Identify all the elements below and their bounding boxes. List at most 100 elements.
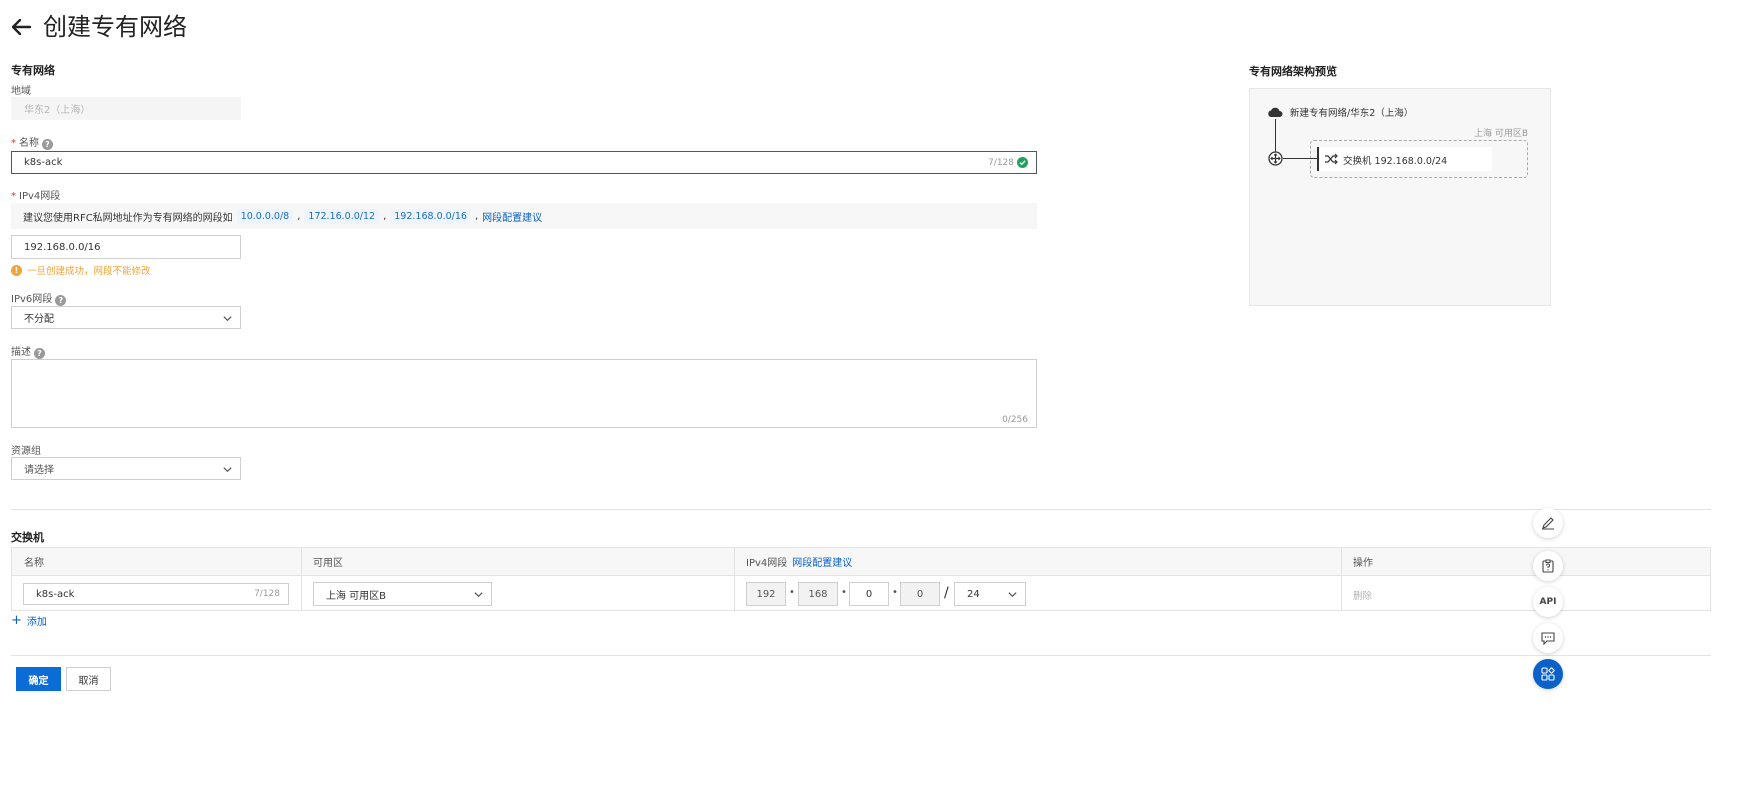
switch-table-header: 名称 可用区 IPv4网段 网段配置建议 操作 [12, 548, 1710, 576]
ip-octet-3-input[interactable]: 0 [849, 582, 889, 606]
switch-node: 交换机 192.168.0.0/24 [1317, 147, 1492, 171]
section-divider [11, 509, 1711, 510]
chevron-down-icon [223, 466, 232, 472]
api-float-button[interactable]: API [1533, 587, 1563, 617]
ip-dot: • [789, 587, 795, 598]
switch-name-value: k8s-ack [36, 588, 75, 600]
switch-table: 名称 可用区 IPv4网段 网段配置建议 操作 k8s-ack 7/128 上海… [11, 547, 1711, 611]
plus-icon: + [11, 612, 22, 628]
switch-name-input[interactable]: k8s-ack 7/128 [23, 583, 289, 605]
tip-separator: , [297, 210, 301, 222]
add-switch-button[interactable]: + 添加 [11, 612, 47, 629]
name-label: 名称 [19, 138, 39, 149]
warning-icon: ! [11, 264, 22, 276]
preview-title: 专有网络架构预览 [1249, 65, 1337, 78]
apps-icon [1541, 667, 1555, 681]
shuffle-icon [1325, 153, 1338, 165]
clipboard-help-icon [1542, 559, 1554, 573]
description-textarea[interactable]: 0/256 [11, 359, 1037, 428]
region-field: 华东2（上海） [11, 97, 241, 120]
ipv4-cidr-input[interactable]: 192.168.0.0/16 [11, 235, 241, 259]
delete-button[interactable]: 删除 [1353, 588, 1372, 602]
desc-label-row: 描述? [11, 343, 45, 359]
desc-label: 描述 [11, 347, 31, 358]
cloud-icon [1268, 107, 1283, 117]
chevron-down-icon [1008, 592, 1017, 598]
name-label-row: * 名称? [11, 134, 53, 150]
mask-select[interactable]: 24 [954, 582, 1026, 606]
zone-select-value: 上海 可用区B [326, 590, 387, 602]
ipv6-label: IPv6网段 [11, 294, 53, 305]
cidr-advice-link[interactable]: 网段配置建议 [482, 209, 542, 224]
edit-icon [1542, 517, 1554, 530]
ipv4-warning-text: 一旦创建成功，网段不能修改 [27, 266, 151, 277]
chevron-down-icon [223, 315, 232, 321]
vpc-section-title: 专有网络 [11, 64, 55, 77]
help-icon[interactable]: ? [42, 139, 53, 150]
table-row: k8s-ack 7/128 上海 可用区B 192 • 168 • 0 • 0 … [12, 577, 1710, 611]
preview-zone-label: 上海 可用区B [1473, 129, 1528, 139]
ipv4-tag[interactable]: 10.0.0.0/8 [236, 208, 294, 224]
ipv4-tip-text: 建议您使用RFC私网地址作为专有网络的网段如 [23, 212, 233, 224]
mask-select-value: 24 [967, 588, 980, 600]
resource-group-value: 请选择 [24, 465, 54, 476]
help-icon[interactable]: ? [55, 295, 67, 306]
ipv4-tip-box: 建议您使用RFC私网地址作为专有网络的网段如 10.0.0.0/8 , 172.… [11, 203, 1037, 229]
cidr-advice-link[interactable]: 网段配置建议 [792, 554, 852, 569]
ipv6-select-value: 不分配 [24, 314, 54, 325]
ip-dot: • [892, 587, 898, 598]
tip-separator: , [383, 210, 387, 222]
clipboard-help-float-button[interactable] [1533, 551, 1563, 581]
ip-octet-4: 0 [900, 582, 940, 606]
zone-select[interactable]: 上海 可用区B [313, 582, 492, 606]
col-header-ipv4: IPv4网段 网段配置建议 [734, 548, 852, 575]
mask-slash: / [944, 585, 949, 601]
switch-name-counter: 7/128 [254, 589, 280, 599]
vpc-preview-panel: 新建专有网络/华东2（上海） 上海 可用区B 交换机 192.168.0.0/2… [1249, 88, 1551, 306]
required-mark: * [11, 191, 16, 202]
connector-line [1275, 119, 1276, 152]
region-value: 华东2（上海） [24, 105, 91, 116]
ip-octet-1: 192 [746, 582, 786, 606]
ipv6-label-row: IPv6网段? [11, 290, 67, 306]
add-switch-label: 添加 [26, 617, 47, 628]
apps-float-button[interactable] [1533, 659, 1563, 689]
name-counter: 7/128 [988, 157, 1014, 168]
back-arrow-icon[interactable] [10, 16, 32, 38]
region-label: 地域 [11, 86, 31, 97]
ipv4-label-row: * IPv4网段 [11, 187, 60, 202]
ipv4-tag[interactable]: 172.16.0.0/12 [304, 208, 380, 224]
col-header-ipv4-label: IPv4网段 [746, 558, 788, 569]
help-icon[interactable]: ? [34, 348, 45, 359]
api-icon: API [1539, 597, 1557, 607]
chat-float-button[interactable] [1533, 623, 1563, 653]
col-header-name: 名称 [24, 558, 44, 569]
connector-line [1283, 158, 1317, 159]
footer-divider [11, 655, 1711, 656]
confirm-button[interactable]: 确定 [16, 667, 61, 691]
ip-dot: • [841, 587, 847, 598]
chevron-down-icon [474, 592, 483, 598]
tip-separator: , [474, 210, 479, 222]
col-header-action: 操作 [1353, 558, 1373, 569]
preview-switch-label: 交换机 192.168.0.0/24 [1343, 156, 1448, 167]
col-header-zone: 可用区 [313, 558, 343, 569]
name-input[interactable]: k8s-ack 7/128 [11, 151, 1037, 174]
required-mark: * [11, 138, 16, 149]
resource-group-label: 资源组 [11, 446, 41, 457]
check-circle-icon [1017, 157, 1028, 168]
edit-float-button[interactable] [1533, 508, 1563, 538]
cancel-button[interactable]: 取消 [66, 667, 111, 691]
chat-icon [1541, 631, 1555, 645]
name-counter-wrap: 7/128 [988, 152, 1028, 173]
switch-section-title: 交换机 [11, 531, 44, 544]
ipv4-tag[interactable]: 192.168.0.0/16 [390, 208, 471, 224]
ipv4-warning: ! 一旦创建成功，网段不能修改 [11, 263, 151, 277]
ipv6-select[interactable]: 不分配 [11, 306, 241, 329]
ipv4-cidr-value: 192.168.0.0/16 [24, 241, 101, 253]
ipv4-label: IPv4网段 [19, 191, 61, 202]
resource-group-select[interactable]: 请选择 [11, 457, 241, 480]
ip-octet-2: 168 [798, 582, 838, 606]
name-input-value: k8s-ack [24, 157, 63, 168]
desc-counter: 0/256 [1002, 415, 1028, 425]
